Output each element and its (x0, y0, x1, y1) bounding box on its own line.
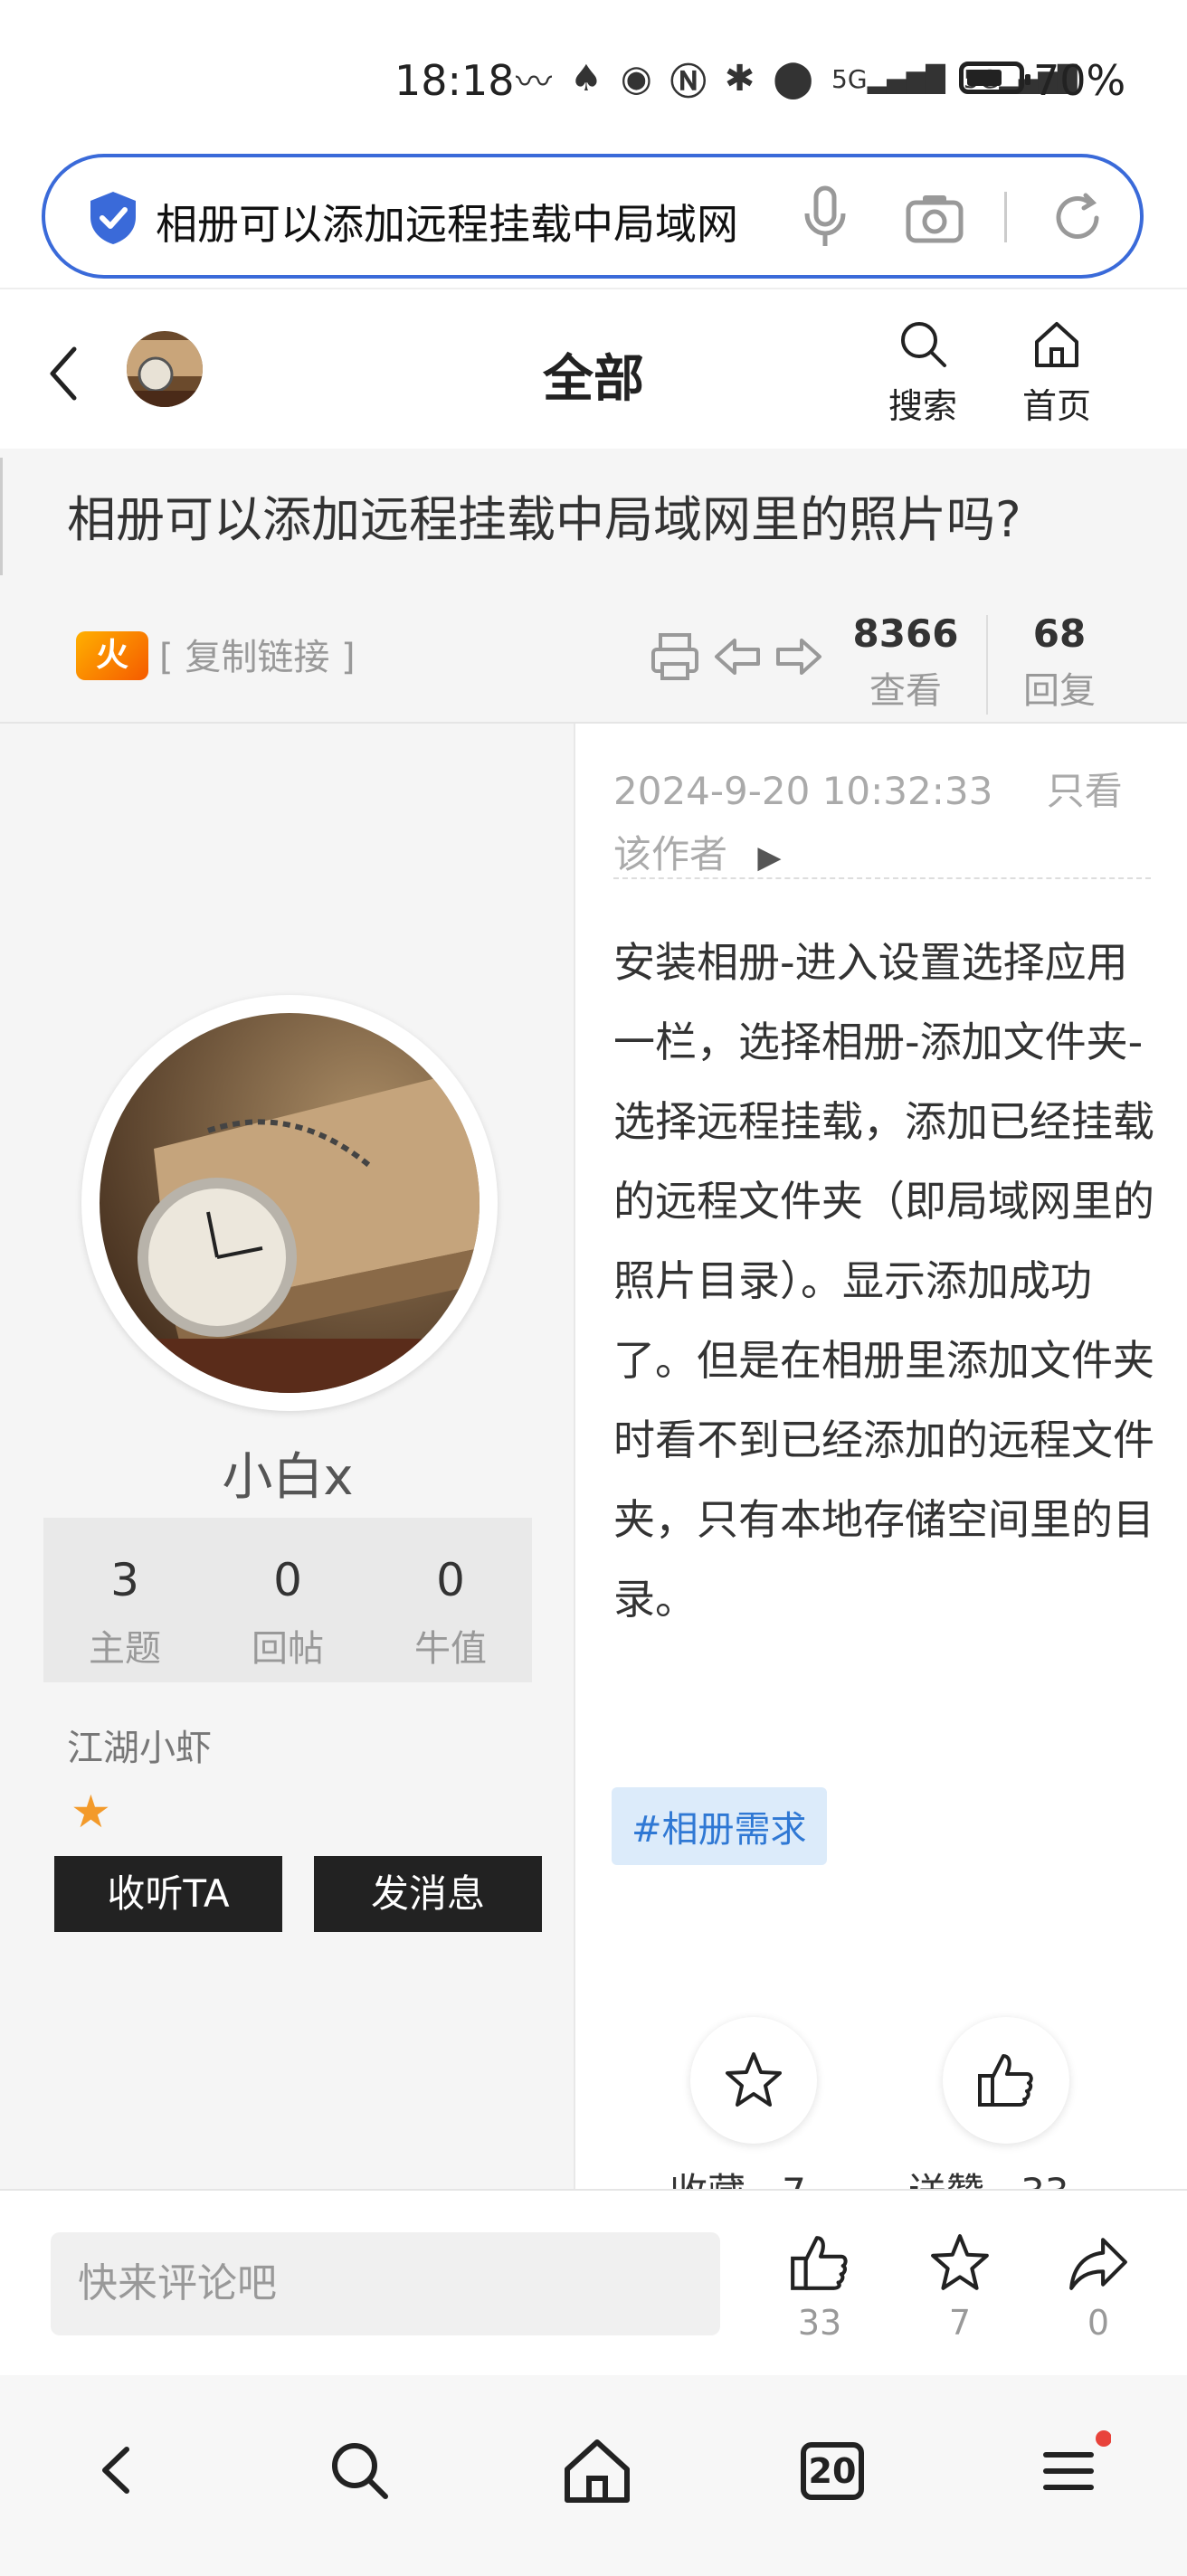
views-stat: 8366 查看 (838, 611, 973, 714)
battery-percent: 70% (1033, 56, 1126, 105)
nav-back-icon[interactable] (76, 2429, 157, 2511)
nav-tabs-button[interactable]: 20 (792, 2429, 873, 2511)
reload-icon[interactable] (1049, 190, 1106, 246)
vibrate-icon: 〰 (516, 62, 552, 103)
thread-title-bar: 相册可以添加远程挂载中局域网里的照片吗? (0, 449, 1187, 593)
signal-icon: 5G▂▄▆█ (831, 63, 945, 94)
home-button[interactable]: 首页 (1011, 317, 1102, 428)
like-button[interactable] (943, 2017, 1069, 2144)
like-count: 33 (797, 2303, 842, 2343)
copy-link-button[interactable]: [ 复制链接 ] (159, 628, 356, 680)
author-name[interactable]: 小白x (0, 1436, 575, 1510)
shield-check-icon (90, 192, 136, 244)
camera-icon[interactable] (905, 190, 964, 246)
author-stat-topics[interactable]: 3 主题 (43, 1518, 206, 1682)
post-body: 安装相册-进入设置选择应用一栏，选择相册-添加文件夹-选择远程挂载，添加已经挂载… (613, 938, 1154, 1624)
left-edge-handle[interactable] (0, 458, 9, 575)
page-title: 全部 (543, 350, 644, 409)
replies-count: 68 (1032, 611, 1087, 656)
share-action[interactable]: 0 (1053, 2230, 1144, 2343)
author-stat-label: 主题 (89, 1628, 161, 1670)
location-icon: ⬤ (773, 58, 814, 99)
status-time: 18:18 (394, 56, 515, 105)
hot-badge: 火 (76, 631, 148, 680)
nav-menu-icon[interactable] (1030, 2429, 1111, 2511)
thread-meta: 火 [ 复制链接 ] 8366 查看 68 回复 (0, 593, 1187, 724)
print-icon[interactable] (648, 630, 702, 684)
replies-stat: 68 回复 (992, 611, 1127, 714)
search-label: 搜索 (888, 386, 957, 426)
status-bar: 18:18 〰 ♠ ◉ Ⓝ ✱ ⬤ 5G▂▄▆█ 5G▂▄▆█ 70% (0, 0, 1187, 149)
post-meta: 2024-9-20 10:32:33 只看 该作者 ▶ (613, 760, 1156, 889)
favorite-count: 7 (948, 2303, 972, 2343)
only-author-link[interactable]: 只看 (1047, 769, 1123, 813)
browser-nav-bar: 20 (0, 2375, 1187, 2576)
author-stats: 3 主题 0 回帖 0 牛值 (43, 1518, 532, 1682)
send-message-button[interactable]: 发消息 (314, 1856, 542, 1932)
views-count: 8366 (852, 611, 959, 656)
notification-bell-icon: ♠ (570, 58, 603, 99)
topic-tag[interactable]: #相册需求 (612, 1787, 827, 1865)
author-rank: 江湖小虾 (67, 1728, 212, 1769)
thumbs-up-icon (978, 2054, 1033, 2107)
author-stat-posts[interactable]: 0 回帖 (206, 1518, 369, 1682)
microphone-icon[interactable] (798, 185, 852, 250)
home-label: 首页 (1021, 386, 1091, 426)
author-stat-value: 0 (436, 1554, 465, 1606)
eye-icon: ◉ (620, 58, 652, 99)
notification-dot (1096, 2430, 1111, 2447)
author-panel: 小白x 3 主题 0 回帖 0 牛值 江湖小虾 ★ 收听TA 发消息 (0, 724, 575, 2189)
browser-url-bar[interactable]: 相册可以添加远程挂载中局域网 (42, 154, 1144, 279)
author-stat-label: 回帖 (252, 1628, 324, 1670)
url-bar-divider (1004, 192, 1007, 242)
favorite-action[interactable]: 7 (915, 2230, 1005, 2343)
follow-button[interactable]: 收听TA (54, 1856, 282, 1932)
author-stat-value: 0 (273, 1554, 302, 1606)
author-stat-value-points[interactable]: 0 牛值 (369, 1518, 532, 1682)
star-outline-icon (726, 2052, 782, 2107)
author-stat-label: 牛值 (414, 1628, 487, 1670)
bluetooth-icon: ✱ (724, 58, 755, 99)
nav-search-icon[interactable] (318, 2429, 400, 2511)
previous-arrow-icon[interactable] (711, 630, 765, 684)
only-author-link-2[interactable]: 该作者 (613, 832, 727, 876)
search-icon (901, 322, 946, 367)
caret-right-icon: ▶ (757, 839, 782, 876)
nav-home-icon[interactable] (556, 2429, 638, 2511)
replies-label: 回复 (1023, 670, 1096, 712)
author-stat-value: 3 (110, 1554, 139, 1606)
views-label: 查看 (869, 670, 942, 712)
favorite-button[interactable] (690, 2017, 817, 2144)
battery-icon (959, 62, 1030, 94)
thread-title: 相册可以添加远程挂载中局域网里的照片吗? (67, 491, 1021, 548)
nfc-icon: Ⓝ (669, 62, 707, 103)
star-outline-icon (931, 2234, 989, 2290)
thumbs-up-icon (791, 2236, 848, 2290)
star-icon: ★ (71, 1785, 111, 1838)
comment-bar: 快来评论吧 33 7 0 (0, 2189, 1187, 2375)
search-button[interactable]: 搜索 (878, 317, 968, 428)
next-arrow-icon[interactable] (771, 630, 825, 684)
home-icon (1035, 322, 1078, 367)
share-count: 0 (1087, 2303, 1110, 2343)
tabs-count: 20 (801, 2442, 864, 2500)
like-action[interactable]: 33 (774, 2230, 865, 2343)
post-content: 2024-9-20 10:32:33 只看 该作者 ▶ 安装相册-进入设置选择应… (575, 724, 1187, 2214)
author-avatar[interactable] (81, 995, 498, 1411)
share-arrow-icon (1069, 2238, 1127, 2290)
stat-divider (986, 615, 988, 715)
comment-input[interactable]: 快来评论吧 (51, 2232, 720, 2335)
url-text[interactable]: 相册可以添加远程挂载中局域网 (156, 192, 798, 251)
post-datetime: 2024-9-20 10:32:33 (613, 769, 993, 813)
app-header: 全部 搜索 首页 (0, 288, 1187, 449)
